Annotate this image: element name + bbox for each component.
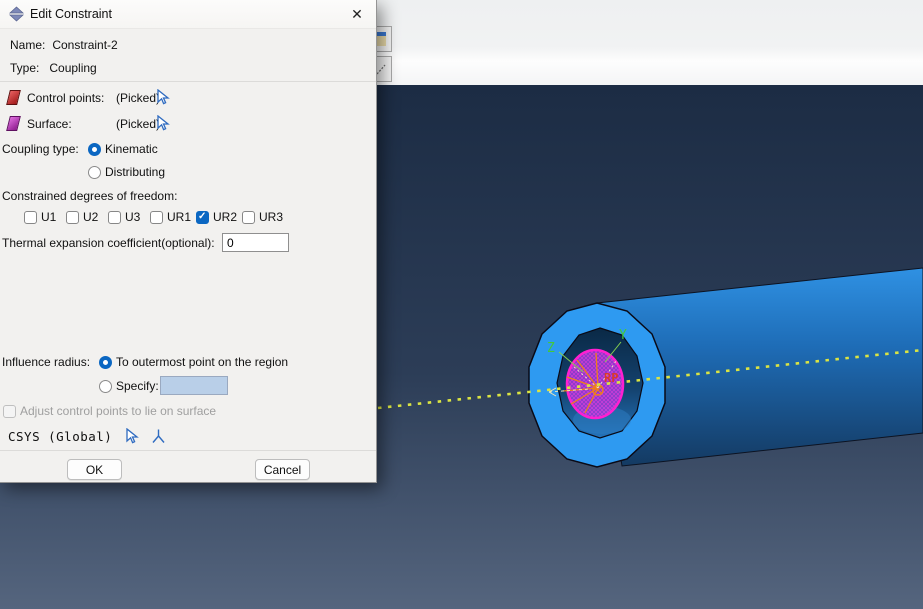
checkbox-u2-label[interactable]: U2	[83, 210, 98, 224]
checkbox-adjust-label: Adjust control points to lie on surface	[20, 404, 217, 418]
checkbox-ur1-label[interactable]: UR1	[167, 210, 191, 224]
checkbox-adjust-control-points[interactable]	[3, 404, 16, 418]
ok-button[interactable]: OK	[67, 459, 122, 480]
radio-specify-label[interactable]: Specify:	[116, 379, 159, 393]
edit-selection-cursor-icon[interactable]	[155, 89, 171, 106]
coupling-type-label: Coupling type:	[2, 142, 79, 156]
influence-specify-input[interactable]	[160, 376, 228, 395]
radio-distributing[interactable]	[88, 165, 101, 179]
surface-label: Surface:	[27, 116, 72, 131]
cancel-button[interactable]: Cancel	[255, 459, 310, 480]
radio-outermost[interactable]	[99, 355, 112, 369]
cancel-button-label: Cancel	[263, 462, 302, 477]
divider	[0, 81, 376, 82]
radio-specify[interactable]	[99, 379, 112, 393]
close-icon[interactable]: ✕	[347, 5, 367, 23]
checkbox-ur3-label[interactable]: UR3	[259, 210, 283, 224]
surface-value: (Picked)	[116, 116, 161, 131]
checkbox-ur2-label[interactable]: UR2	[213, 210, 237, 224]
pencil-icon	[376, 64, 386, 75]
dialog-title: Edit Constraint	[30, 7, 112, 21]
checkbox-ur1[interactable]	[150, 210, 163, 224]
rp-label: RP	[604, 371, 618, 385]
checkbox-ur3[interactable]	[242, 210, 255, 224]
surface-icon	[6, 116, 21, 131]
control-points-value: (Picked)	[116, 90, 161, 105]
thermal-coefficient-label: Thermal expansion coefficient(optional):	[2, 236, 215, 250]
name-value: Constraint-2	[52, 38, 118, 52]
dialog-titlebar[interactable]: Edit Constraint ✕	[0, 0, 376, 29]
checkbox-u2[interactable]	[66, 210, 79, 224]
csys-pick-cursor-icon[interactable]	[124, 428, 140, 445]
csys-datum-triad-icon[interactable]	[150, 428, 167, 445]
checkbox-ur2[interactable]	[196, 210, 209, 224]
ok-button-label: OK	[85, 462, 104, 477]
csys-label: CSYS (Global)	[8, 429, 113, 444]
radio-kinematic-label[interactable]: Kinematic	[105, 142, 158, 156]
divider	[0, 450, 376, 451]
influence-radius-label: Influence radius:	[2, 355, 91, 369]
application-window: RP Y Z Edit Constraint ✕ Name: Constrain…	[0, 0, 923, 609]
edit-constraint-dialog: Edit Constraint ✕ Name: Constraint-2 Typ…	[0, 0, 377, 483]
edit-selection-cursor-icon[interactable]	[155, 115, 171, 132]
checkbox-u1[interactable]	[24, 210, 37, 224]
type-label: Type:	[10, 61, 40, 75]
radio-outermost-label[interactable]: To outermost point on the region	[116, 355, 288, 369]
axis-y-label: Y	[619, 328, 627, 343]
control-points-icon	[6, 90, 21, 105]
name-label: Name:	[10, 38, 46, 52]
type-value: Coupling	[49, 61, 97, 75]
dof-section-label: Constrained degrees of freedom:	[2, 189, 178, 203]
checkbox-u3-label[interactable]: U3	[125, 210, 140, 224]
radio-kinematic[interactable]	[88, 142, 101, 156]
constraint-icon	[8, 6, 25, 22]
axis-z-label: Z	[547, 341, 555, 356]
thermal-coefficient-input[interactable]	[222, 233, 289, 252]
toolbar-icon-partial-1	[376, 32, 386, 46]
control-points-label: Control points:	[27, 90, 105, 105]
radio-distributing-label[interactable]: Distributing	[105, 165, 165, 179]
checkbox-u1-label[interactable]: U1	[41, 210, 56, 224]
checkbox-u3[interactable]	[108, 210, 121, 224]
